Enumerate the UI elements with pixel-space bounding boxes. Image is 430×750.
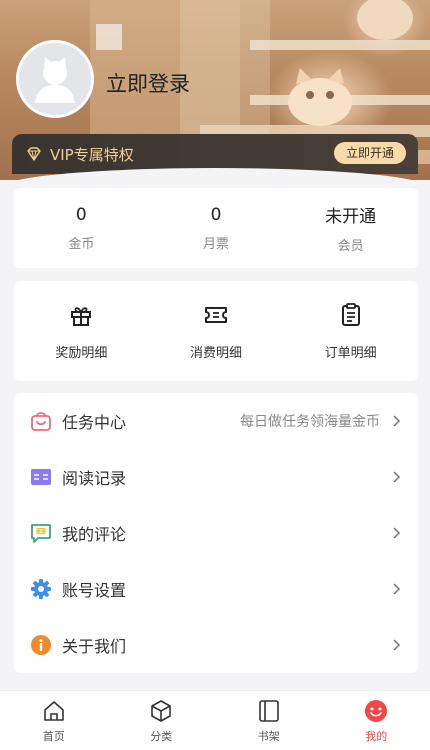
- stat-membership[interactable]: 未开通 会员: [283, 188, 418, 268]
- vip-label: VIP专属特权: [50, 145, 134, 164]
- stat-coins[interactable]: 0 金币: [14, 188, 149, 268]
- settings-menu-card: 任务中心 每日做任务领海量金币 阅读记录 我的评论 账号设置 关于我们: [14, 393, 418, 673]
- stat-value: 未开通: [325, 207, 377, 227]
- reward-details-button[interactable]: 奖励明细: [14, 281, 149, 381]
- chevron-right-icon: [393, 583, 401, 595]
- stat-value: 0: [210, 204, 222, 225]
- diamond-icon: [27, 147, 41, 161]
- detail-label: 奖励明细: [55, 345, 108, 361]
- ticket-icon: [205, 306, 227, 323]
- profile-header-banner: 立即登录 VIP专属特权 立即开通: [0, 0, 430, 180]
- account-stats-card: 0 金币 0 月票 未开通 会员: [14, 188, 418, 268]
- stat-label: 会员: [337, 239, 364, 254]
- tab-label: 书架: [257, 729, 280, 743]
- details-shortcuts-card: 奖励明细 消费明细 订单明细: [14, 281, 418, 381]
- vip-open-button[interactable]: 立即开通: [333, 142, 406, 164]
- order-details-button[interactable]: 订单明细: [283, 281, 418, 381]
- menu-label: 阅读记录: [62, 469, 127, 488]
- menu-item-reading-history[interactable]: 阅读记录: [14, 449, 418, 505]
- stat-value: 0: [75, 204, 87, 225]
- stat-label: 金币: [68, 236, 95, 252]
- gear-icon: [30, 578, 52, 600]
- menu-item-about-us[interactable]: 关于我们: [14, 617, 418, 673]
- tab-bookshelf[interactable]: 书架: [215, 691, 323, 750]
- home-icon: [43, 700, 64, 721]
- login-link[interactable]: 立即登录: [106, 68, 190, 98]
- detail-label: 订单明细: [324, 345, 377, 361]
- tab-label: 我的: [365, 729, 388, 743]
- menu-label: 关于我们: [62, 637, 127, 656]
- tab-home[interactable]: 首页: [0, 691, 108, 750]
- tab-mine[interactable]: 我的: [323, 691, 430, 750]
- consumption-details-button[interactable]: 消费明细: [149, 281, 284, 381]
- smile-icon: [365, 699, 388, 722]
- tab-label: 分类: [150, 729, 173, 743]
- chevron-right-icon: [393, 471, 401, 483]
- chevron-right-icon: [393, 639, 401, 651]
- clipboard-icon: [341, 302, 360, 326]
- comment-icon: [30, 522, 52, 544]
- stat-monthly-tickets[interactable]: 0 月票: [149, 188, 284, 268]
- user-avatar-placeholder-icon: [35, 57, 75, 103]
- avatar[interactable]: [16, 40, 94, 118]
- stat-label: 月票: [203, 236, 230, 252]
- gift-icon: [71, 306, 92, 326]
- tab-label: 首页: [42, 729, 65, 743]
- detail-label: 消费明细: [190, 345, 243, 361]
- tab-category[interactable]: 分类: [108, 691, 216, 750]
- chevron-right-icon: [393, 527, 401, 539]
- chevron-right-icon: [393, 415, 401, 427]
- reading-history-icon: [30, 466, 52, 488]
- task-center-hint: 每日做任务领海量金币: [240, 414, 380, 430]
- bottom-tab-bar: 首页 分类 书架 我的: [0, 690, 430, 750]
- menu-label: 我的评论: [62, 525, 127, 544]
- info-icon: [30, 634, 52, 656]
- menu-label: 任务中心: [62, 413, 127, 432]
- menu-item-task-center[interactable]: 任务中心 每日做任务领海量金币: [14, 393, 418, 449]
- task-bag-icon: [30, 410, 52, 432]
- bookshelf-icon: [258, 699, 279, 722]
- menu-item-my-comments[interactable]: 我的评论: [14, 505, 418, 561]
- menu-label: 账号设置: [62, 581, 127, 600]
- menu-item-account-settings[interactable]: 账号设置: [14, 561, 418, 617]
- category-cube-icon: [151, 699, 172, 722]
